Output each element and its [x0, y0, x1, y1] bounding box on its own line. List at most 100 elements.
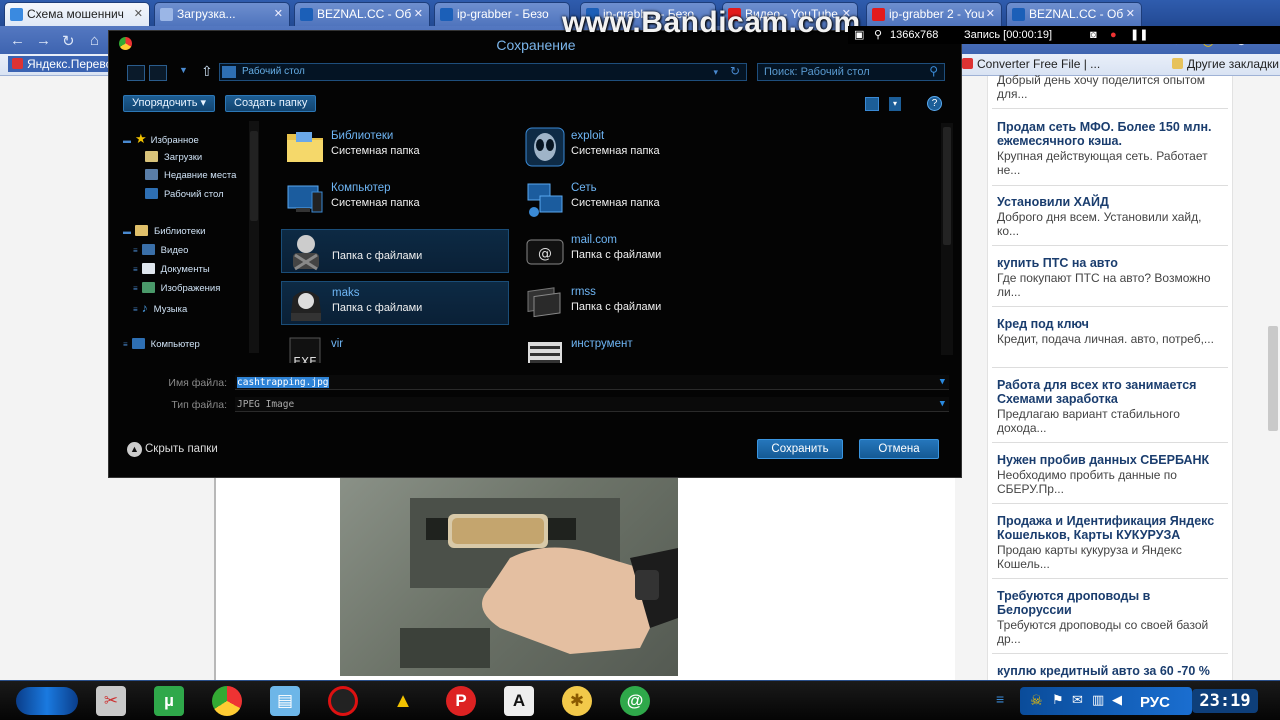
tab-ipgrabber-1[interactable]: ip-grabber - Безо: [434, 2, 570, 26]
snipping-tool-icon[interactable]: ✂: [96, 686, 126, 716]
file-item-network[interactable]: Сеть Системная папка: [521, 177, 749, 221]
mail-agent-icon[interactable]: @: [620, 686, 650, 716]
back-arrow-icon[interactable]: ←: [10, 32, 25, 49]
nav-favorites[interactable]: ▬ ★ Избранное: [123, 131, 199, 147]
back-icon[interactable]: [127, 65, 145, 81]
file-list-scrollbar[interactable]: [941, 123, 953, 355]
expand-icon[interactable]: ≡: [133, 246, 138, 255]
volume-icon[interactable]: ◀: [1112, 692, 1122, 708]
avast-icon[interactable]: ▲: [388, 686, 418, 716]
bookmark-other[interactable]: Другие закладки: [1172, 57, 1279, 71]
expand-icon[interactable]: ≡: [133, 265, 138, 274]
nav-downloads[interactable]: Загрузки: [145, 151, 202, 163]
start-button[interactable]: [16, 687, 78, 715]
collapse-icon[interactable]: ▬: [123, 227, 131, 236]
tab-loading[interactable]: Загрузка... ✕: [154, 2, 290, 26]
bookmark-yandex-translate[interactable]: Яндекс.Перевод: [8, 56, 123, 72]
news-item[interactable]: купить ПТС на авто Где покупают ПТС на а…: [997, 256, 1223, 299]
news-item[interactable]: Добрый день хочу поделится опытом для...: [997, 72, 1223, 101]
chevron-down-icon[interactable]: ▼: [179, 65, 188, 75]
file-item-vir[interactable]: EXE vir: [281, 333, 509, 363]
news-title[interactable]: Нужен пробив данных СБЕРБАНК: [997, 453, 1223, 467]
tab-beznal-2[interactable]: BEZNAL.CC - Об ✕: [1006, 2, 1142, 26]
network-icon[interactable]: ▥: [1092, 692, 1104, 708]
refresh-icon[interactable]: ↻: [730, 63, 740, 79]
file-item-maks[interactable]: maks Папка с файлами: [281, 281, 509, 325]
pinterest-icon[interactable]: P: [446, 686, 476, 716]
tray-menu-icon[interactable]: ≡: [996, 691, 1004, 707]
expand-icon[interactable]: ≡: [133, 284, 138, 293]
news-item[interactable]: Кред под ключ Кредит, подача личная. авт…: [997, 317, 1223, 346]
save-button[interactable]: Сохранить: [757, 439, 843, 459]
news-item[interactable]: Требуются дроповоды в Белоруссии Требуют…: [997, 589, 1223, 646]
file-item-instrument[interactable]: инструмент: [521, 333, 749, 363]
nav-desktop[interactable]: Рабочий стол: [145, 188, 224, 200]
hide-folders-toggle[interactable]: ▲ Скрыть папки: [127, 442, 218, 457]
close-icon[interactable]: ✕: [1126, 3, 1135, 25]
cancel-button[interactable]: Отмена: [859, 439, 939, 459]
chevron-down-icon[interactable]: ▼: [940, 397, 945, 412]
reload-icon[interactable]: ↻: [62, 32, 75, 50]
search-input[interactable]: Поиск: Рабочий стол ⚲: [757, 63, 945, 81]
tray-flag-icon[interactable]: ⚑: [1052, 692, 1064, 708]
news-title[interactable]: купить ПТС на авто: [997, 256, 1223, 270]
home-icon[interactable]: ⌂: [90, 32, 99, 49]
font-icon[interactable]: A: [504, 686, 534, 716]
news-item[interactable]: Нужен пробив данных СБЕРБАНК Необходимо …: [997, 453, 1223, 496]
pause-icon[interactable]: ❚❚: [1130, 26, 1148, 44]
nav-music[interactable]: ≡ ♪ Музыка: [133, 301, 187, 315]
camera-icon[interactable]: ◙: [1090, 26, 1097, 44]
news-title[interactable]: Работа для всех кто занимается Схемами з…: [997, 378, 1223, 406]
tools-icon[interactable]: ✱: [562, 686, 592, 716]
nav-pane-scrollbar[interactable]: [249, 121, 259, 353]
nav-libraries[interactable]: ▬ Библиотеки: [123, 225, 205, 237]
page-scrollbar[interactable]: [1268, 326, 1278, 431]
expand-icon[interactable]: ≡: [133, 305, 138, 314]
nav-images[interactable]: ≡ Изображения: [133, 282, 220, 294]
tray-action-center-icon[interactable]: ✉: [1072, 692, 1083, 708]
help-icon[interactable]: ?: [927, 96, 942, 111]
nav-recent[interactable]: Недавние места: [145, 169, 236, 181]
chevron-down-icon[interactable]: ▾: [713, 64, 718, 80]
filetype-select[interactable]: JPEG Image ▼: [235, 397, 949, 412]
news-title[interactable]: Кред под ключ: [997, 317, 1223, 331]
language-indicator[interactable]: РУС: [1140, 694, 1170, 711]
filename-field[interactable]: cashtrapping.jpg ▼: [235, 375, 949, 390]
news-title[interactable]: Требуются дроповоды в Белоруссии: [997, 589, 1223, 617]
tab-beznal-1[interactable]: BEZNAL.CC - Об ✕: [294, 2, 430, 26]
news-item[interactable]: Продам сеть МФО. Более 150 млн. ежемесяч…: [997, 120, 1223, 177]
new-folder-button[interactable]: Создать папку: [225, 95, 317, 112]
chrome-icon[interactable]: [212, 686, 242, 716]
file-item-exploit[interactable]: exploit Системная папка: [521, 125, 749, 169]
collapse-icon[interactable]: ▬: [123, 136, 131, 145]
expand-icon[interactable]: ≡: [123, 340, 128, 349]
close-icon[interactable]: ✕: [986, 3, 995, 25]
file-item-libraries[interactable]: Библиотеки Системная папка: [281, 125, 509, 169]
close-icon[interactable]: ✕: [414, 3, 423, 25]
news-item[interactable]: куплю кредитный авто за 60 -70 %: [997, 664, 1223, 678]
chevron-down-icon[interactable]: ▾: [889, 97, 901, 111]
up-arrow-icon[interactable]: ⇧: [201, 63, 213, 80]
news-title[interactable]: Продам сеть МФО. Более 150 млн. ежемесяч…: [997, 120, 1223, 148]
news-title[interactable]: Установили ХАЙД: [997, 195, 1223, 209]
nav-documents[interactable]: ≡ Документы: [133, 263, 210, 275]
news-title[interactable]: Продажа и Идентификация Яндекс Кошельков…: [997, 514, 1223, 542]
view-options-icon[interactable]: [865, 97, 879, 111]
organize-button[interactable]: Упорядочить ▾: [123, 95, 216, 112]
news-item[interactable]: Продажа и Идентификация Яндекс Кошельков…: [997, 514, 1223, 571]
nav-video[interactable]: ≡ Видео: [133, 244, 188, 256]
news-item[interactable]: Установили ХАЙД Доброго дня всем. Устано…: [997, 195, 1223, 238]
forward-arrow-icon[interactable]: →: [36, 32, 51, 49]
file-item-user-folder[interactable]: Папка с файлами: [281, 229, 509, 273]
bandicam-record-icon[interactable]: [328, 686, 358, 716]
file-item-computer[interactable]: Компьютер Системная папка: [281, 177, 509, 221]
news-item[interactable]: Работа для всех кто занимается Схемами з…: [997, 378, 1223, 435]
nav-computer[interactable]: ≡ Компьютер: [123, 338, 200, 350]
file-item-mailcom[interactable]: @ mail.com Папка с файлами: [521, 229, 749, 273]
tab-youtube-ipgrabber[interactable]: ip-grabber 2 - You ✕: [866, 2, 1002, 26]
close-icon[interactable]: ✕: [274, 3, 283, 25]
forward-icon[interactable]: [149, 65, 167, 81]
address-bar[interactable]: Рабочий стол ▾ ↻: [219, 63, 747, 81]
tray-app-icon[interactable]: ☠: [1030, 692, 1043, 709]
record-icon[interactable]: ●: [1110, 26, 1117, 44]
